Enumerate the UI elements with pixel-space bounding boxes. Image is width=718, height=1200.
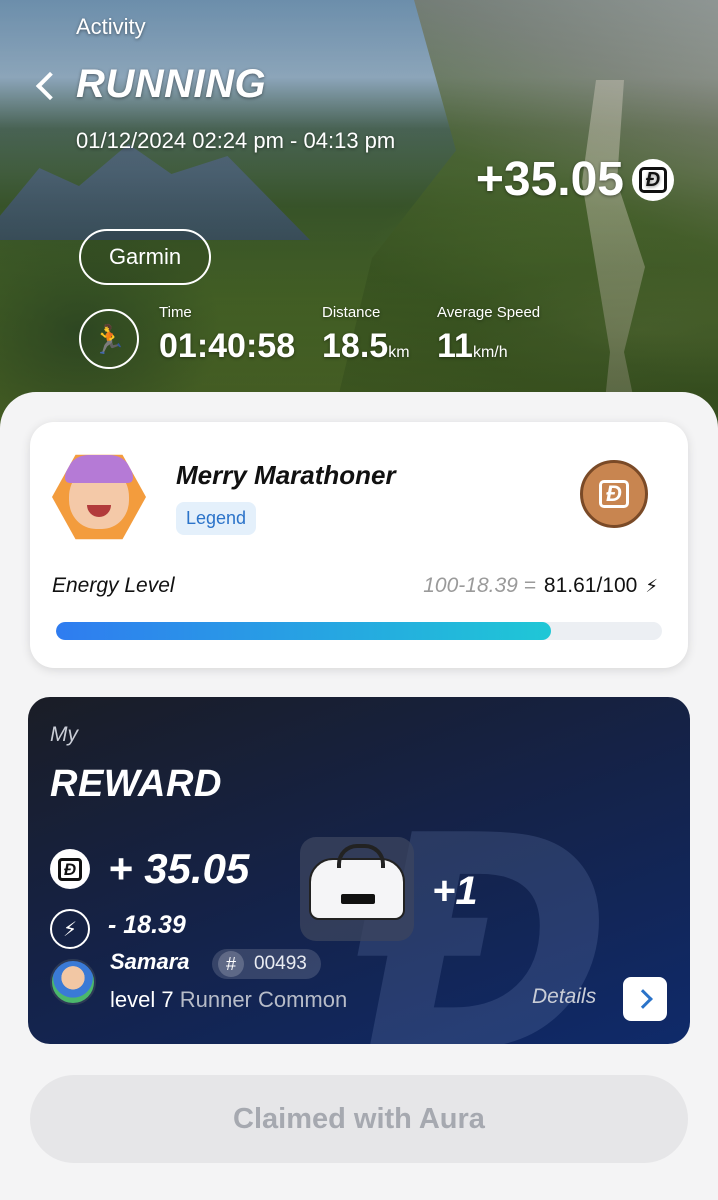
reward-minus: - 18.39 bbox=[108, 911, 186, 939]
reward-my-label: My bbox=[50, 723, 78, 746]
stat-value: 18.5 bbox=[322, 327, 389, 365]
earned-amount: +35.05 Ɖ bbox=[476, 152, 674, 207]
energy-calc: 100-18.39 = bbox=[423, 574, 536, 597]
reward-title: REWARD bbox=[50, 763, 222, 805]
stat-unit: km bbox=[388, 344, 410, 361]
stat-speed: Average Speed 11km/h bbox=[437, 304, 540, 366]
hash-icon: # bbox=[218, 951, 244, 977]
stat-label: Time bbox=[159, 304, 192, 321]
details-button[interactable] bbox=[623, 977, 667, 1021]
profile-name: Merry Marathoner bbox=[176, 460, 396, 490]
stat-label: Distance bbox=[322, 304, 381, 321]
activity-datetime: 01/12/2024 02:24 pm - 04:13 pm bbox=[76, 128, 396, 153]
runner-name: Samara bbox=[110, 949, 190, 974]
energy-value: 81.61/100 bbox=[543, 574, 638, 597]
lightning-icon: ⚡ bbox=[50, 909, 90, 949]
energy-bar bbox=[56, 622, 662, 640]
section-label: Activity bbox=[76, 14, 146, 39]
rank-badge: Legend bbox=[176, 502, 257, 535]
stat-distance: Distance 18.5km bbox=[322, 304, 410, 366]
runner-icon: 🏃 bbox=[79, 309, 139, 369]
stat-unit: km/h bbox=[472, 344, 508, 361]
stat-value: 01:40:58 bbox=[159, 327, 296, 365]
stat-label: Average Speed bbox=[437, 304, 541, 321]
copper-coin-icon: Ɖ bbox=[580, 460, 648, 528]
claim-button[interactable]: Claimed with Aura bbox=[30, 1075, 688, 1163]
runner-type: Runner Common bbox=[179, 987, 348, 1012]
back-button[interactable] bbox=[28, 66, 64, 106]
reward-card: Ɖ My REWARD Ɖ + 35.05 ⚡ - 18.39 +1 Samar… bbox=[28, 697, 690, 1044]
gym-bag-icon bbox=[309, 844, 405, 920]
stat-value: 11 bbox=[437, 327, 473, 365]
runner-level: level 7 Runner Common bbox=[110, 987, 347, 1013]
avatar-face bbox=[65, 455, 133, 529]
page-title: RUNNING bbox=[76, 62, 267, 106]
profile-card: Merry Marathoner Legend Ɖ Energy Level 1… bbox=[30, 422, 688, 668]
energy-label: Energy Level bbox=[52, 574, 175, 597]
defit-coin-icon: Ɖ bbox=[632, 158, 674, 201]
runner-serial-number: 00493 bbox=[254, 953, 307, 974]
runner-serial: # 00493 bbox=[212, 949, 321, 979]
energy-readout: 100-18.39 = 81.61/100 ⚡ bbox=[423, 574, 658, 598]
reward-item-count: +1 bbox=[432, 869, 478, 913]
reward-plus: + 35.05 bbox=[108, 845, 250, 892]
lightning-icon: ⚡ bbox=[645, 575, 658, 596]
defit-coin-icon: Ɖ bbox=[50, 849, 90, 889]
earned-value: +35.05 bbox=[475, 153, 624, 206]
source-button[interactable]: Garmin bbox=[79, 229, 211, 285]
runner-level-value: level 7 bbox=[110, 987, 174, 1012]
stat-time: Time 01:40:58 bbox=[159, 304, 295, 366]
avatar bbox=[52, 454, 146, 540]
details-label[interactable]: Details bbox=[532, 985, 596, 1009]
reward-item[interactable] bbox=[300, 837, 414, 941]
energy-bar-fill bbox=[56, 622, 551, 640]
runner-avatar bbox=[50, 959, 96, 1005]
